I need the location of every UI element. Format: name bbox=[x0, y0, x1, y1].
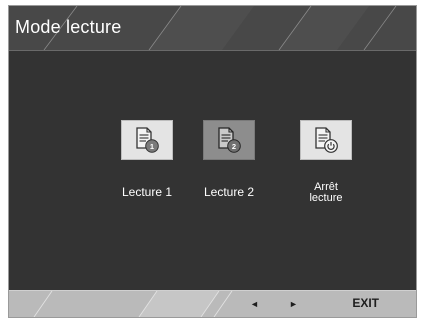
exit-button[interactable]: EXIT bbox=[352, 296, 379, 310]
option-arret-lecture-label-line-2: lecture bbox=[309, 192, 343, 204]
option-lecture-2-label: Lecture 2 bbox=[203, 185, 255, 199]
svg-text:2: 2 bbox=[232, 142, 236, 151]
option-lecture-1[interactable]: 1 Lecture 1 bbox=[102, 120, 192, 199]
document-reading-1-icon: 1 bbox=[121, 120, 173, 160]
document-reading-2-icon: 2 bbox=[203, 120, 255, 160]
osd-panel: Mode lecture 1 Lecture 1 2 Lecture 2 Arr… bbox=[8, 5, 417, 318]
document-power-off-icon bbox=[300, 120, 352, 160]
option-arret-lecture[interactable]: Arrêt lecture bbox=[281, 120, 371, 204]
window-title: Mode lecture bbox=[15, 17, 122, 37]
right-arrow-button[interactable]: ► bbox=[289, 297, 298, 311]
left-arrow-button[interactable]: ◄ bbox=[250, 297, 259, 311]
footer-bar: ◄ ► EXIT bbox=[9, 290, 416, 317]
svg-text:1: 1 bbox=[150, 142, 154, 151]
option-arret-lecture-label: Arrêt lecture bbox=[281, 182, 371, 204]
option-lecture-2[interactable]: 2 Lecture 2 bbox=[184, 120, 274, 199]
option-lecture-1-label: Lecture 1 bbox=[121, 185, 173, 199]
header-bar: Mode lecture bbox=[9, 6, 416, 51]
